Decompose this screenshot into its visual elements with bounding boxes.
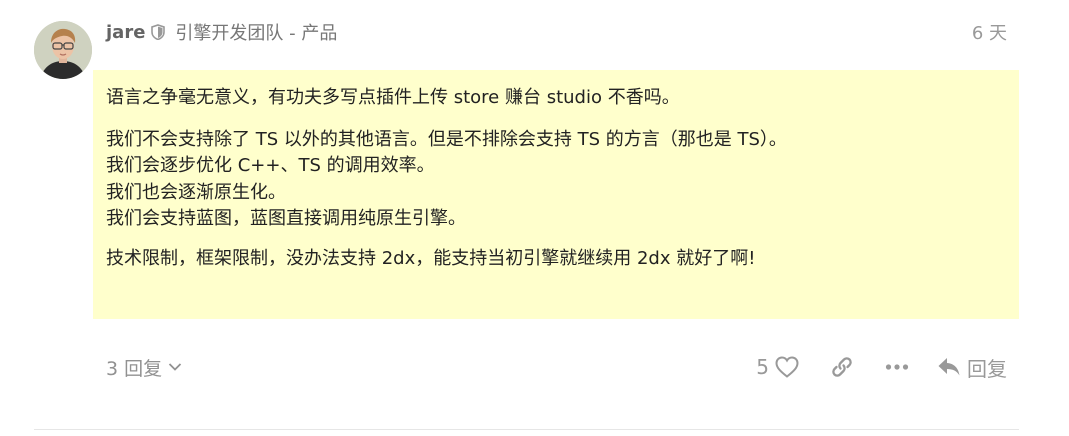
replies-label: 3 回复: [106, 357, 163, 380]
group-name[interactable]: 引擎开发团队 - 产品: [175, 19, 337, 45]
paragraph-group: 我们不会支持除了 TS 以外的其他语言。但是不排除会支持 TS 的方言（那也是 …: [106, 127, 1005, 233]
like-button[interactable]: [775, 356, 799, 378]
avatar-image: [34, 21, 92, 79]
paragraph-line: 我们会逐步优化 C++、TS 的调用效率。: [106, 155, 435, 176]
share-link-button[interactable]: [831, 356, 853, 378]
more-button[interactable]: [885, 363, 909, 371]
shield-icon: [151, 24, 166, 40]
paragraph-line: 我们会支持蓝图，蓝图直接调用纯原生引擎。: [106, 208, 466, 229]
paragraph-line: 我们不会支持除了 TS 以外的其他语言。但是不排除会支持 TS 的方言（那也是 …: [106, 128, 787, 150]
chevron-down-icon: [168, 362, 182, 372]
paragraph: 技术限制，框架限制，没办法支持 2dx，能支持当初引擎就继续用 2dx 就好了啊…: [106, 247, 756, 269]
more-icon: [885, 364, 909, 370]
avatar[interactable]: [34, 21, 92, 79]
post-date[interactable]: 6 天: [972, 19, 1007, 45]
show-replies-button[interactable]: 3 回复: [106, 354, 182, 381]
reply-label: 回复: [967, 356, 1007, 381]
heart-icon: [775, 356, 799, 378]
like-count[interactable]: 5: [756, 355, 769, 379]
post-divider: [34, 429, 1019, 430]
paragraph-line: 我们也会逐渐原生化。: [106, 181, 286, 203]
paragraph: 语言之争毫无意义，有功夫多写点插件上传 store 赚台 studio 不香吗。: [106, 87, 680, 108]
link-icon: [832, 357, 852, 377]
post-controls: 3 回复 5 回复: [106, 350, 1007, 384]
post-body: 语言之争毫无意义，有功夫多写点插件上传 store 赚台 studio 不香吗。…: [93, 70, 1019, 319]
username[interactable]: jare: [106, 22, 145, 43]
post-header: jare 引擎开发团队 - 产品 6 天: [106, 18, 1007, 46]
reply-icon: [937, 357, 961, 377]
post-actions: 5 回复: [756, 353, 1007, 382]
reply-button[interactable]: 回复: [937, 353, 1007, 382]
